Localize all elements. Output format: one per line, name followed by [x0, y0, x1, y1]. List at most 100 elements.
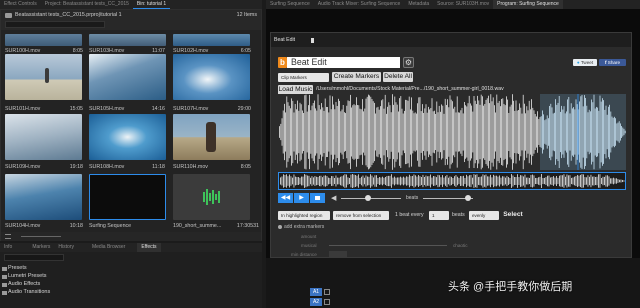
waveform-bar	[482, 96, 483, 168]
waveform-bar	[357, 104, 358, 160]
waveform-bar	[328, 112, 330, 152]
track-header-a1[interactable]: A1	[310, 288, 322, 296]
clip-thumbnail-sur110h[interactable]	[173, 114, 250, 160]
clip-thumbnail-sur100h[interactable]	[5, 34, 82, 46]
tab-surfing-sequence[interactable]: Surfing Sequence	[266, 0, 314, 9]
waveform-bar	[508, 112, 510, 152]
clip-thumbnail-sur107h[interactable]	[173, 54, 250, 100]
overview-bar	[403, 176, 404, 186]
tab-program[interactable]: Program: Surfing Sequence	[493, 0, 563, 9]
waveform-bar	[376, 107, 378, 157]
tab-effect-controls[interactable]: Effect Controls	[0, 0, 41, 9]
rewind-button[interactable]: ◀◀	[278, 193, 293, 203]
min-distance-input[interactable]	[329, 251, 347, 258]
overview-bar	[485, 174, 487, 188]
surfer-figure	[206, 122, 216, 152]
create-markers-button[interactable]: Create Markers	[332, 72, 381, 82]
volume-slider[interactable]	[341, 195, 401, 201]
musical-chaotic-slider[interactable]	[329, 245, 447, 246]
waveform-bar	[548, 118, 549, 146]
waveform-bar	[292, 100, 294, 164]
tab-project[interactable]: Project: Beatassistant tests_CC_2015	[41, 0, 133, 9]
waveform-bar	[360, 109, 362, 155]
effects-folder-audio-effects[interactable]: Audio Effects	[8, 281, 40, 287]
share-button[interactable]: f Share	[599, 59, 626, 66]
delete-all-button[interactable]: Delete All	[383, 72, 413, 82]
play-button[interactable]: ▶	[294, 193, 309, 203]
waveform-bar	[502, 98, 504, 166]
track-sync-lock-icon[interactable]	[324, 299, 330, 305]
effects-folder-lumetri-presets[interactable]: Lumetri Presets	[8, 273, 47, 279]
beat-every-input[interactable]: 1	[429, 211, 449, 220]
settings-gear-icon[interactable]: ⚙	[403, 57, 414, 68]
effects-folder-presets[interactable]: Presets	[8, 265, 27, 271]
waveform-bar	[564, 113, 566, 151]
tab-history[interactable]: History	[54, 243, 78, 252]
beat-edit-panel-tab[interactable]: Beat Edit	[274, 37, 295, 43]
waveform-overview[interactable]	[278, 172, 626, 190]
waveform-bar	[432, 111, 434, 153]
beats-slider-knob[interactable]	[465, 195, 471, 201]
clip-thumbnail-sur108h[interactable]	[89, 114, 166, 160]
list-view-icon[interactable]	[5, 234, 11, 239]
overview-bar	[614, 178, 616, 184]
selection-mode-select[interactable]: remove from selection	[333, 211, 389, 220]
waveform-bar	[400, 96, 402, 168]
clip-thumbnail-sur101h[interactable]	[5, 54, 82, 100]
waveform-bar	[402, 113, 404, 151]
distribution-select[interactable]: evenly	[469, 211, 499, 220]
clip-thumbnail-sur105h[interactable]	[89, 54, 166, 100]
tab-effects[interactable]: Effects	[137, 243, 161, 252]
overview-bar	[556, 176, 557, 186]
tab-source[interactable]: Source: SUR103H.mov	[433, 0, 493, 9]
overview-bar	[361, 176, 362, 186]
overview-bar	[413, 174, 415, 188]
bin-search-input[interactable]	[5, 21, 105, 28]
tweet-button[interactable]: ● Tweet	[573, 59, 597, 66]
waveform-bar	[520, 107, 522, 157]
tab-bin[interactable]: Bin: tutorial 1	[132, 0, 171, 9]
waveform-bar	[609, 104, 610, 160]
sequence-thumbnail-surfing[interactable]	[89, 174, 166, 220]
surfer-figure	[45, 68, 49, 83]
overview-bar	[470, 174, 472, 188]
waveform-bar	[546, 115, 548, 149]
track-header-a2[interactable]: A2	[310, 298, 322, 306]
overview-bar	[317, 177, 319, 185]
tab-metadata[interactable]: Metadata	[404, 0, 433, 9]
effects-search-input[interactable]	[4, 254, 64, 261]
overview-bar	[401, 177, 403, 185]
overview-bar	[323, 175, 325, 187]
overview-bar	[461, 176, 463, 186]
clip-thumbnail-sur109h[interactable]	[5, 114, 82, 160]
add-extra-markers-radio[interactable]	[278, 225, 282, 229]
volume-slider-knob[interactable]	[365, 195, 371, 201]
clip-thumbnail-sur103h[interactable]	[89, 34, 166, 46]
zoom-slider[interactable]	[21, 236, 61, 237]
tab-media-browser[interactable]: Media Browser	[88, 243, 129, 252]
beats-slider[interactable]	[423, 195, 473, 201]
overview-bar	[476, 174, 478, 188]
waveform-bar	[605, 105, 607, 159]
waveform-bar	[441, 104, 442, 160]
overview-bar	[449, 176, 451, 186]
audio-waveform[interactable]	[278, 94, 626, 170]
tab-audio-track-mixer[interactable]: Audio Track Mixer: Surfing Sequence	[314, 0, 405, 9]
clip-thumbnail-sur104h[interactable]	[5, 174, 82, 220]
select-button[interactable]: Select	[502, 210, 524, 220]
track-sync-lock-icon[interactable]	[324, 289, 330, 295]
audio-thumbnail-190-short-summer[interactable]	[173, 174, 250, 220]
overview-bar	[583, 174, 584, 188]
effects-folder-audio-transitions[interactable]: Audio Transitions	[8, 289, 50, 295]
waveform-bar	[327, 106, 328, 158]
clip-name: SUR108H.mov	[89, 164, 125, 170]
waveform-bar	[512, 94, 513, 170]
region-select[interactable]: In highlighted region	[278, 211, 330, 220]
stop-button[interactable]	[310, 193, 325, 203]
clip-thumbnail-sur102h[interactable]	[173, 34, 250, 46]
clip-markers-select[interactable]: Clip Markers	[278, 73, 329, 82]
tab-markers[interactable]: Markers	[28, 243, 54, 252]
waveform-bar	[320, 109, 321, 155]
waveform-bar	[416, 113, 417, 151]
tab-info[interactable]: Info	[0, 243, 16, 252]
